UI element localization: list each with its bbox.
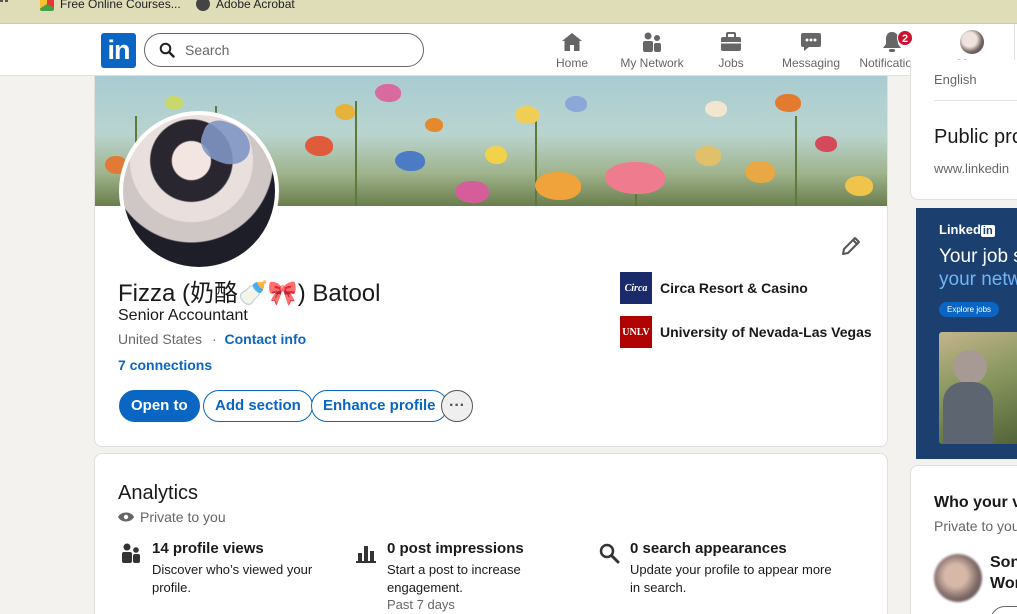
metric-title: 0 post impressions: [387, 540, 524, 557]
who-viewed-subtitle: Private to you: [934, 518, 1017, 534]
ad-headline-2: your netw: [939, 269, 1017, 290]
viewer-title: Wor: [990, 575, 1017, 592]
nav-my-network[interactable]: My Network: [607, 30, 697, 74]
bookmarks-bar: Free Online Courses... Adobe Acrobat: [0, 0, 1017, 24]
profile-location-row: United States · Contact info: [118, 331, 306, 347]
chat-icon: [801, 33, 821, 51]
org-circa[interactable]: Circa Circa Resort & Casino: [620, 272, 808, 304]
circa-logo: Circa: [620, 272, 652, 304]
courses-favicon-icon: [40, 0, 54, 11]
profile-language: English: [934, 72, 977, 87]
metric-search-appearances[interactable]: 0 search appearances Update your profile…: [598, 540, 838, 597]
metric-desc: Discover who’s viewed your profile.: [152, 562, 313, 595]
analytics-card: Analytics Private to you 14 profile view…: [94, 453, 888, 614]
search-input[interactable]: [185, 42, 405, 58]
profile-headline: Senior Accountant: [118, 307, 248, 324]
nav-jobs-label: Jobs: [718, 56, 744, 70]
metric-period: Past 7 days: [387, 597, 455, 612]
me-avatar: [960, 30, 984, 54]
nav-home-label: Home: [555, 56, 588, 70]
org-name: University of Nevada-Las Vegas: [660, 324, 872, 340]
nav-messaging[interactable]: Messaging: [766, 30, 856, 74]
home-icon: [562, 33, 582, 51]
search-box[interactable]: [144, 33, 424, 67]
ad-brand: Linked in: [939, 222, 995, 237]
metric-post-impressions[interactable]: 0 post impressions Start a post to incre…: [355, 540, 565, 612]
divider: [934, 100, 1017, 101]
ad-photo: [939, 332, 1017, 444]
ad-headline-1: Your job s: [939, 246, 1017, 267]
contact-info-link[interactable]: Contact info: [225, 331, 307, 347]
eye-icon: [118, 512, 134, 522]
nav-jobs[interactable]: Jobs: [686, 30, 776, 74]
unlv-logo: UNLV: [620, 316, 652, 348]
add-section-button[interactable]: Add section: [203, 390, 313, 422]
privacy-label: Private to you: [140, 509, 226, 525]
profile-card: Fizza (奶酪🍼🎀) Batool Senior Accountant Un…: [94, 76, 888, 447]
metric-title: 0 search appearances: [630, 540, 787, 557]
who-viewed-title: Who your v: [934, 494, 1017, 511]
viewer-action-button[interactable]: [990, 606, 1017, 614]
org-name: Circa Resort & Casino: [660, 280, 808, 296]
bookmark-label: Free Online Courses...: [60, 0, 181, 11]
public-profile-title: Public pro: [934, 126, 1017, 148]
metric-desc: Start a post to increase engagement.: [387, 562, 521, 595]
metric-desc: Update your profile to appear more in se…: [630, 562, 832, 595]
bookmark-free-online-courses[interactable]: Free Online Courses...: [40, 0, 181, 12]
metric-profile-views[interactable]: 14 profile views Discover who’s viewed y…: [120, 540, 330, 597]
bookmark-adobe-acrobat[interactable]: Adobe Acrobat: [196, 0, 295, 12]
profile-photo[interactable]: [119, 111, 279, 271]
analytics-privacy: Private to you: [118, 509, 226, 525]
people-icon: [122, 543, 140, 563]
org-unlv[interactable]: UNLV University of Nevada-Las Vegas: [620, 316, 872, 348]
enhance-profile-button[interactable]: Enhance profile: [311, 390, 448, 422]
search-icon: [599, 543, 620, 564]
linkedin-jobs-ad[interactable]: Linked in Your job s your netw Explore jo…: [916, 208, 1017, 459]
briefcase-icon: [721, 32, 741, 51]
edit-pencil-icon[interactable]: [839, 234, 863, 258]
bookmark-label: Adobe Acrobat: [216, 0, 295, 11]
connections-link[interactable]: 7 connections: [118, 357, 212, 373]
notification-badge: 2: [897, 30, 913, 46]
nav-network-label: My Network: [620, 56, 684, 70]
viewer-avatar[interactable]: [934, 554, 982, 602]
more-button[interactable]: ···: [441, 390, 473, 422]
nav-home[interactable]: Home: [527, 30, 617, 74]
linkedin-logo[interactable]: in: [101, 33, 136, 68]
apps-grid-icon[interactable]: [0, 0, 10, 8]
globe-icon: [196, 0, 210, 11]
linkedin-in-logo: in: [980, 225, 995, 237]
open-to-button[interactable]: Open to: [119, 390, 200, 422]
who-viewed-card: Who your v Private to you Son Wor: [910, 465, 1017, 614]
nav-messaging-label: Messaging: [781, 56, 841, 70]
public-profile-url[interactable]: www.linkedin: [934, 161, 1009, 176]
profile-name: Fizza (奶酪🍼🎀) Batool: [118, 280, 381, 307]
metric-title: 14 profile views: [152, 540, 264, 557]
bar-chart-icon: [356, 546, 376, 563]
separator: ·: [211, 331, 217, 347]
viewer-name[interactable]: Son: [990, 554, 1017, 572]
search-icon: [159, 42, 175, 58]
profile-location: United States: [118, 331, 203, 347]
explore-jobs-button[interactable]: Explore jobs: [939, 302, 1000, 317]
public-profile-card: English Public pro www.linkedin: [910, 60, 1017, 200]
network-icon: [643, 32, 661, 52]
top-navigation: in Home My Network Jobs Messaging 2 Noti…: [0, 24, 1017, 76]
analytics-title: Analytics: [118, 482, 199, 504]
